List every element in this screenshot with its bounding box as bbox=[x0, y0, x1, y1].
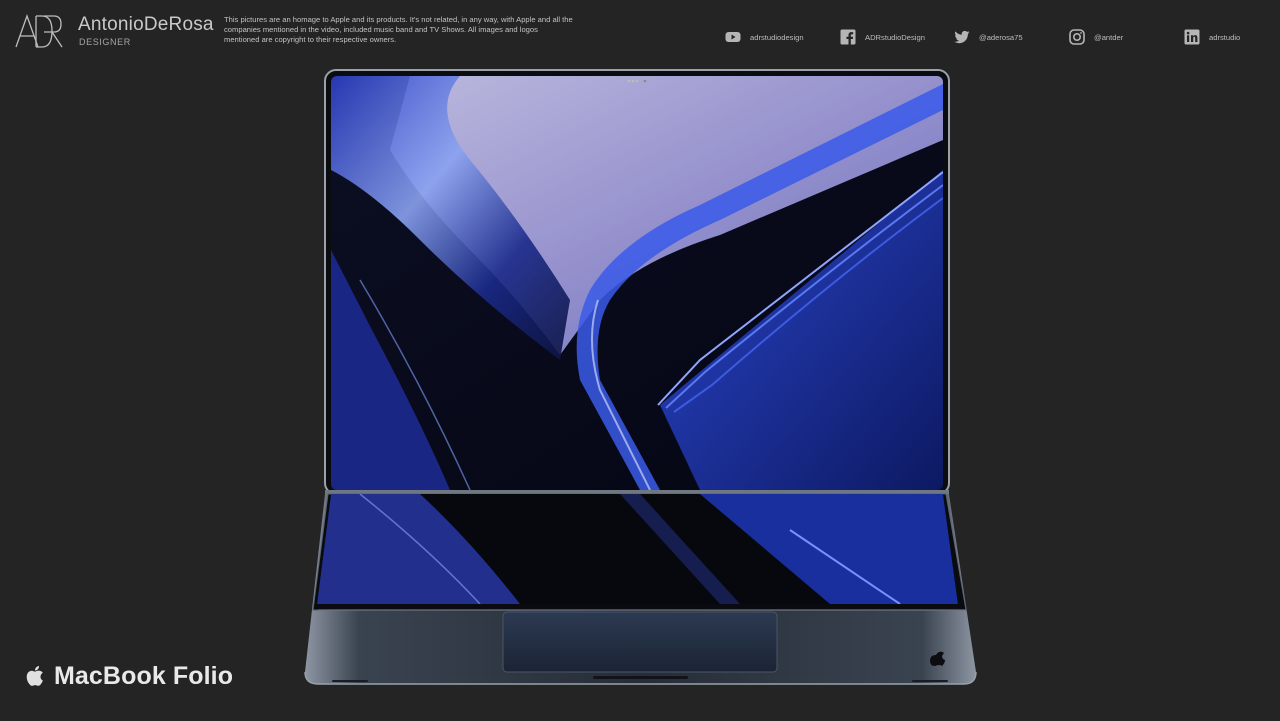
macbook-folio-illustration bbox=[304, 69, 977, 685]
product-name: MacBook Folio bbox=[54, 661, 234, 690]
product-title: MacBook Folio bbox=[24, 660, 233, 692]
apple-logo-icon bbox=[26, 666, 43, 686]
